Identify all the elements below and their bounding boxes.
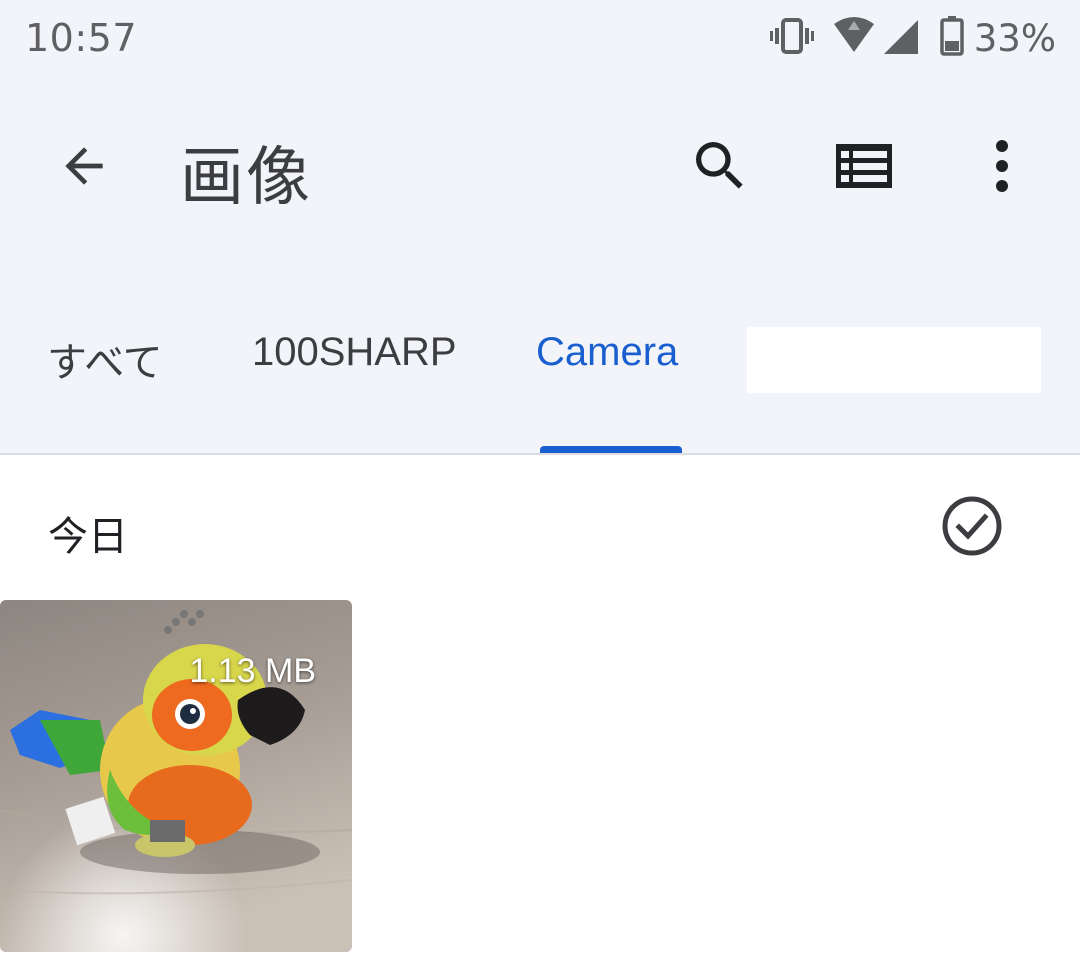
tab-100sharp[interactable]: 100SHARP xyxy=(252,330,457,375)
search-icon xyxy=(688,134,752,202)
back-arrow-icon xyxy=(56,138,112,198)
back-button[interactable] xyxy=(44,128,124,208)
file-size-label: 1.13 MB xyxy=(189,652,316,690)
vibrate-icon xyxy=(769,16,814,60)
check-circle-icon xyxy=(940,494,1004,562)
image-thumbnail[interactable]: 1.13 MB xyxy=(0,600,352,952)
more-vert-icon xyxy=(992,138,1012,198)
list-view-button[interactable] xyxy=(824,128,904,208)
battery-percent: 33% xyxy=(973,16,1056,60)
battery-icon xyxy=(940,16,964,60)
tab-placeholder xyxy=(747,327,1041,393)
tab-divider xyxy=(0,453,1080,455)
signal-icon xyxy=(880,16,920,60)
status-time: 10:57 xyxy=(25,16,138,60)
section-title-today: 今日 xyxy=(48,514,128,560)
search-button[interactable] xyxy=(680,128,760,208)
more-options-button[interactable] xyxy=(962,128,1042,208)
status-icons: 33% xyxy=(769,14,1056,62)
tab-all[interactable]: すべて xyxy=(47,330,163,388)
tab-camera[interactable]: Camera xyxy=(536,330,678,375)
page-title: 画像 xyxy=(180,141,312,215)
wifi-icon xyxy=(832,16,876,60)
list-view-icon xyxy=(835,143,893,193)
select-all-button[interactable] xyxy=(938,494,1006,562)
